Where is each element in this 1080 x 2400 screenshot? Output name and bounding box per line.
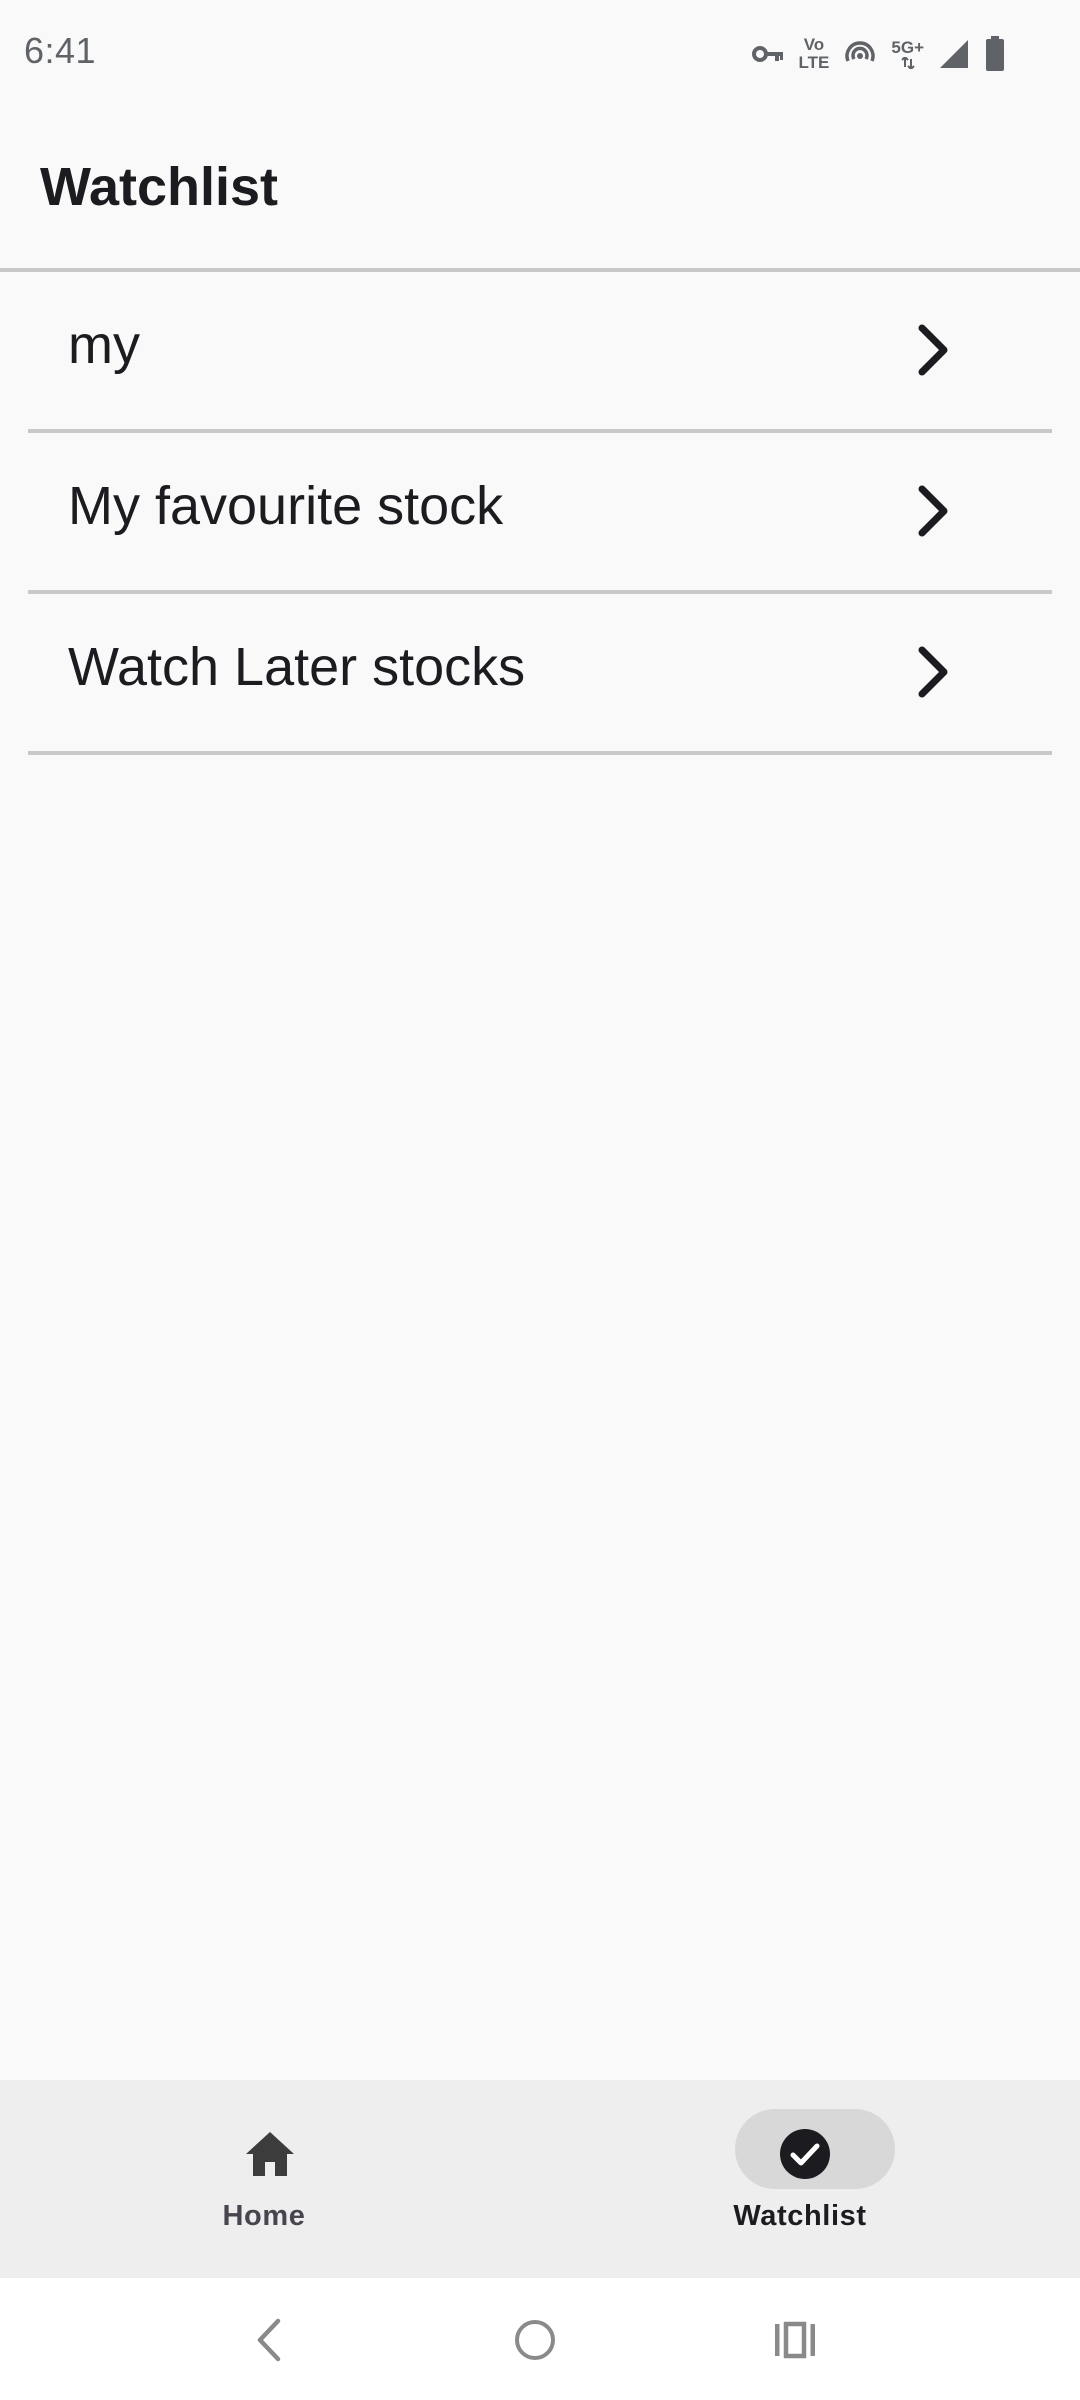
vpn-key-icon [751,43,785,65]
chevron-right-icon [918,324,948,376]
watchlist-item-my-favourite-stock[interactable]: My favourite stock [0,433,1080,594]
status-icons: Vo LTE 5G+ [751,30,1006,78]
watchlist-list: my My favourite stock Watch Later stocks [0,272,1080,755]
check-circle-icon [780,2129,830,2179]
watchlist-item-label: my [68,315,140,375]
status-bar: 6:41 Vo LTE 5G+ [0,0,1080,108]
recents-icon [775,2321,815,2359]
volte-icon: Vo LTE [799,36,830,72]
home-circle-icon [515,2320,555,2360]
chevron-right-icon [918,646,948,698]
network-5g-text: 5G+ [891,38,924,57]
status-time: 6:41 [24,30,97,71]
network-5g-icon: 5G+ [891,39,924,69]
watchlist-item-label: My favourite stock [68,476,504,536]
volte-top-text: Vo [803,35,825,54]
battery-icon [984,36,1006,72]
system-recents-button[interactable] [755,2300,835,2380]
back-icon [257,2318,281,2362]
watchlist-item-watch-later-stocks[interactable]: Watch Later stocks [0,594,1080,755]
chevron-right-icon [918,485,948,537]
system-home-button[interactable] [495,2300,575,2380]
home-icon [246,2132,294,2176]
watchlist-item-my[interactable]: my [0,272,1080,433]
bottom-navigation: Home Watchlist [0,2080,1080,2278]
signal-icon [938,38,970,70]
nav-watchlist-label: Watchlist [733,2200,867,2232]
watchlist-item-label: Watch Later stocks [68,637,526,697]
system-back-button[interactable] [230,2300,310,2380]
hotspot-icon [843,39,877,69]
volte-bottom-text: LTE [798,53,830,72]
nav-home-label: Home [222,2200,306,2232]
list-divider [28,751,1052,755]
nav-watchlist[interactable]: Watchlist [540,2080,1080,2278]
nav-home[interactable]: Home [0,2080,540,2278]
system-navigation-bar [0,2278,1080,2400]
page-title: Watchlist [40,157,279,217]
app-bar: Watchlist [0,108,1080,268]
